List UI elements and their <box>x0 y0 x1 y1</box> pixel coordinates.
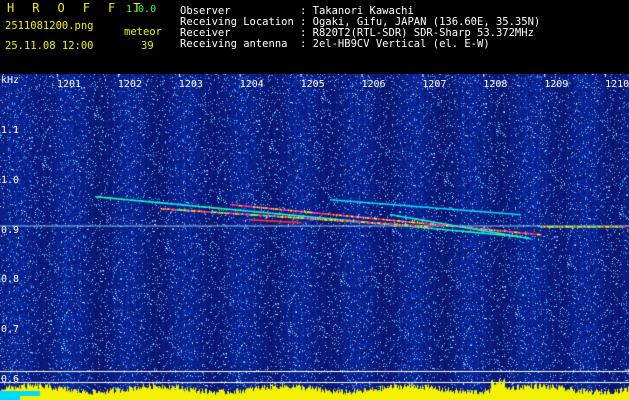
antenna-label: Receiving antenna <box>180 38 288 50</box>
meteor-label: meteor <box>124 26 162 38</box>
header-panel: H R O F F T 1.0.0 2511081200.png 25.11.0… <box>0 0 629 74</box>
date-time: 25.11.08 12:00 <box>5 40 94 52</box>
meteor-count: 39 <box>141 40 154 52</box>
app-version: 1.0.0 <box>126 4 157 15</box>
spectrogram-image <box>0 74 629 400</box>
file-name: 2511081200.png <box>5 20 94 32</box>
antenna-value: : 2el-HB9CV Vertical (el. E-W) <box>300 38 490 50</box>
